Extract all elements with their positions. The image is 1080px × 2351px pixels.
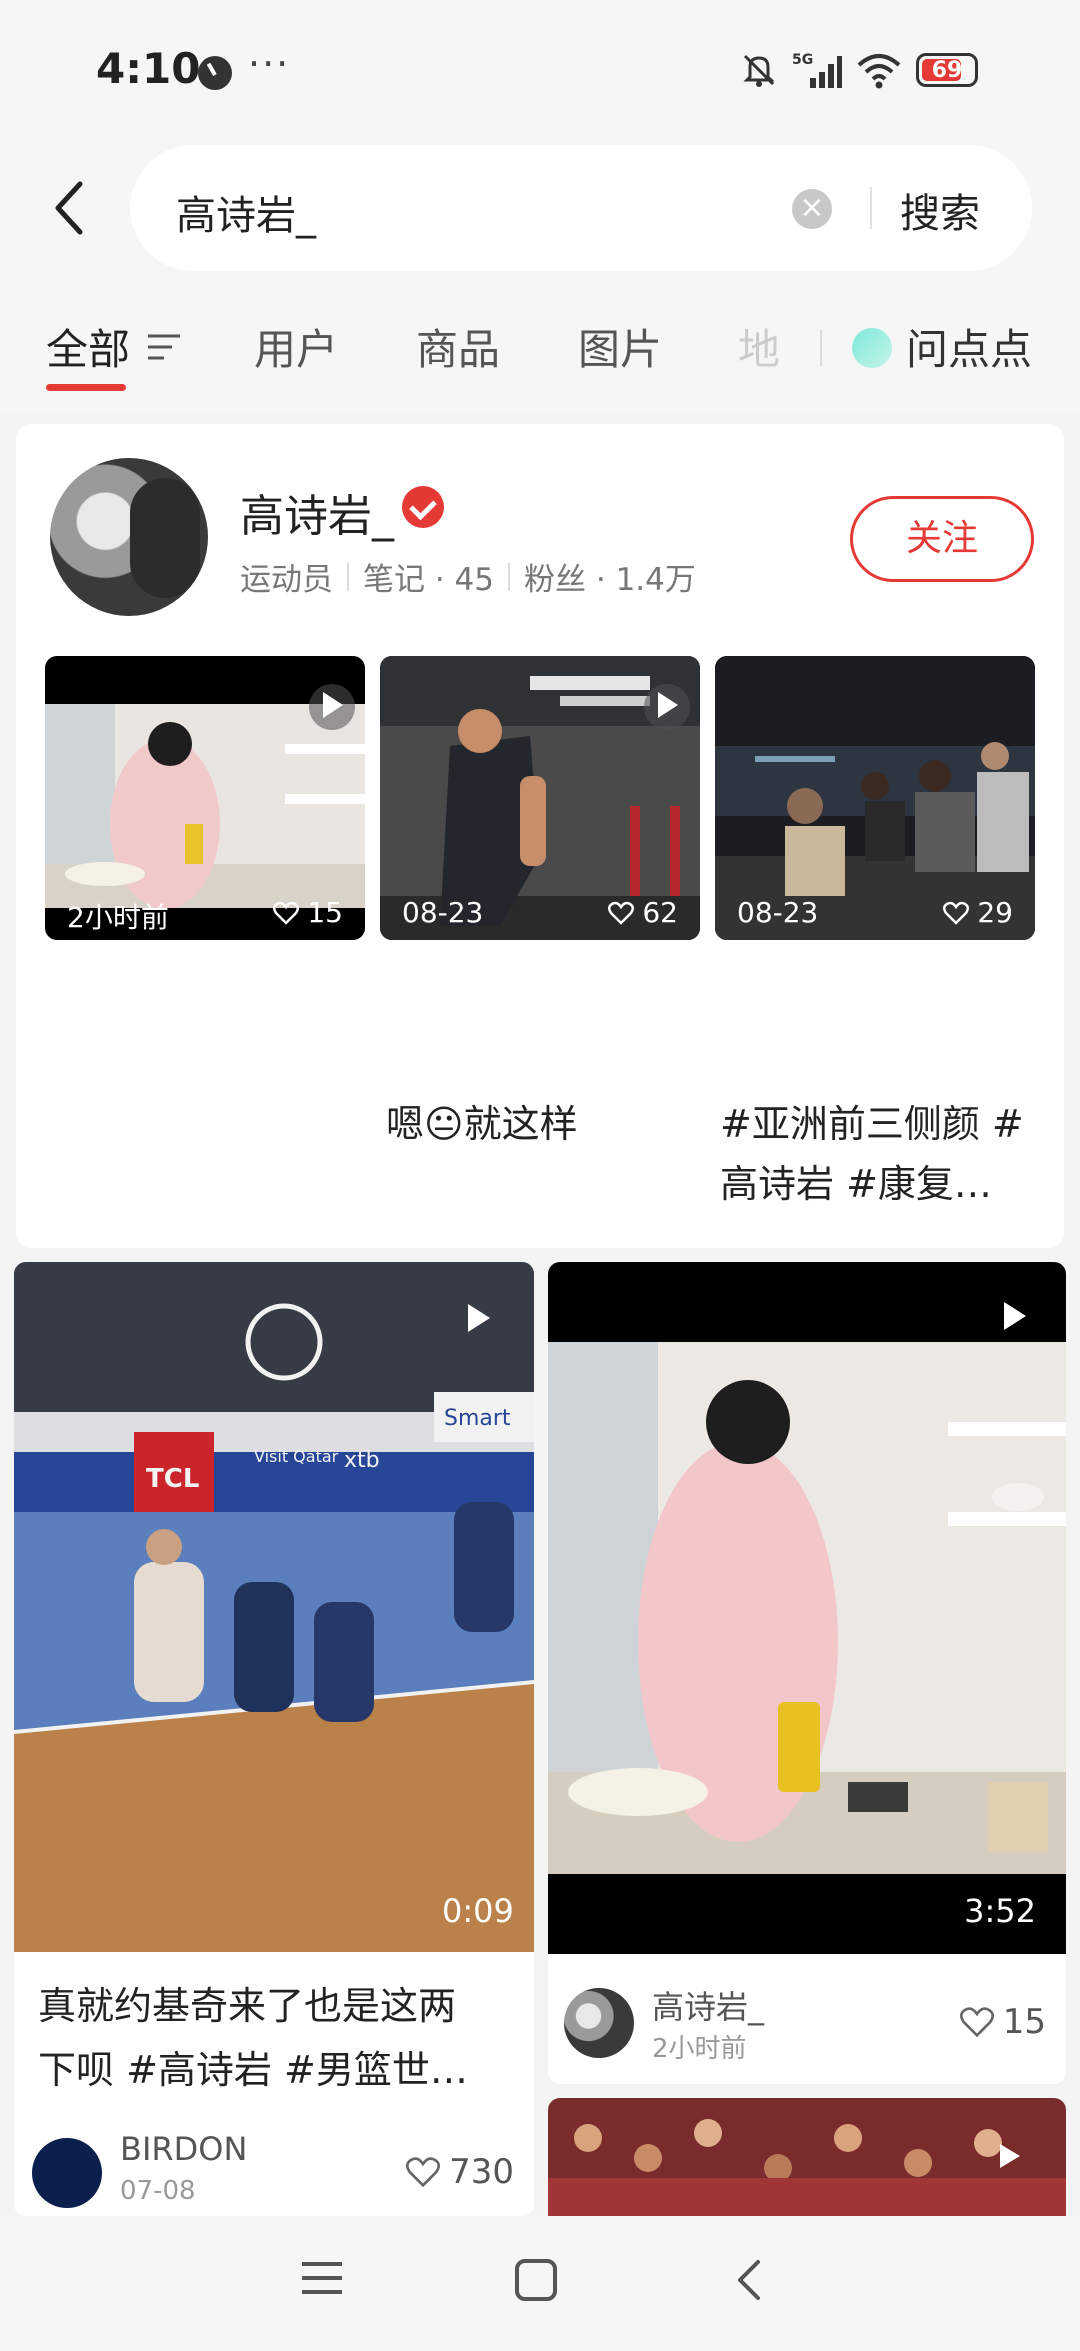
status-bar: 4:10 ··· 5G 69 [0, 0, 1080, 140]
note-thumbnail[interactable]: 08-23 29 [715, 656, 1035, 940]
basketball-video: TCL Smart xtb Visit Qatar [14, 1262, 534, 1952]
heart-icon [959, 2007, 994, 2038]
tab-products[interactable]: 商品 [416, 316, 500, 377]
feed-card[interactable]: 3:52 高诗岩_ 2小时前 15 [548, 1262, 1066, 2084]
back-icon[interactable] [734, 2258, 764, 2302]
note-thumbnail[interactable]: 08-23 62 [380, 656, 700, 940]
post-time: 2小时前 [652, 2034, 747, 2064]
kitchen-photo [45, 704, 365, 908]
thumb-likes: 29 [943, 896, 1013, 929]
video-duration: 3:52 [964, 1892, 1036, 1930]
thumb-likes: 15 [273, 896, 343, 929]
search-input[interactable]: 高诗岩_ × 搜索 [130, 145, 1032, 271]
tab-images[interactable]: 图片 [578, 316, 662, 377]
like-count: 15 [1002, 2002, 1046, 2042]
ask-ai-label[interactable]: 问点点 [906, 316, 1032, 377]
like-count: 730 [449, 2152, 514, 2192]
filter-icon[interactable] [146, 332, 182, 364]
author-avatar[interactable] [564, 1988, 634, 2058]
network-label: 5G [792, 52, 813, 68]
clock-icon [198, 56, 232, 90]
thumb-date: 08-23 [737, 896, 819, 929]
search-button[interactable]: 搜索 [900, 181, 980, 239]
mute-icon [743, 54, 775, 87]
back-arrow-icon[interactable] [48, 178, 92, 238]
clear-icon[interactable]: × [792, 189, 832, 229]
tab-all[interactable]: 全部 [46, 316, 130, 377]
like-button[interactable]: 730 [405, 2152, 514, 2192]
heart-icon [608, 901, 635, 925]
feed-card[interactable]: TCL Smart xtb Visit Qatar 0:09 真就约基奇来了也是… [14, 1262, 534, 2216]
notes-count: 笔记 · 45 [363, 562, 495, 598]
thumb-likes-count: 29 [977, 896, 1013, 929]
play-icon [323, 692, 343, 718]
menu-icon[interactable] [300, 2258, 344, 2298]
tab-places[interactable]: 地 [738, 316, 780, 377]
status-icons: 5G 69 [740, 48, 978, 92]
follow-button[interactable]: 关注 [850, 496, 1034, 582]
heart-icon [406, 2157, 441, 2188]
thumb-caption-line2[interactable]: 高诗岩 #康复… [720, 1156, 992, 1212]
thumb-likes: 62 [608, 896, 678, 929]
author-name[interactable]: 高诗岩_ [652, 1982, 764, 2028]
user-meta: 运动员 笔记 · 45 粉丝 · 1.4万 [240, 554, 696, 599]
battery-percent: 69 [931, 57, 963, 83]
author-avatar[interactable] [32, 2138, 102, 2208]
thumb-likes-count: 15 [307, 896, 343, 929]
note-thumbnail[interactable]: 2小时前 15 [45, 656, 365, 940]
like-button[interactable]: 15 [959, 2002, 1046, 2042]
heart-icon [943, 901, 970, 925]
home-square-icon[interactable] [514, 2258, 558, 2302]
search-row: 高诗岩_ × 搜索 [0, 140, 1080, 280]
search-query[interactable]: 高诗岩_ [176, 183, 316, 241]
play-icon [658, 692, 678, 718]
wifi-icon [857, 54, 901, 89]
user-result-card[interactable]: 高诗岩_ 运动员 笔记 · 45 粉丝 · 1.4万 关注 2小时前 15 08… [16, 424, 1064, 1248]
crowd-video [548, 2098, 1066, 2216]
tab-users[interactable]: 用户 [254, 316, 338, 377]
note-title-line2[interactable]: 下呗 #高诗岩 #男篮世… [38, 2036, 518, 2104]
kitchen-video [548, 1262, 1066, 1954]
thumb-caption[interactable]: 嗯😐就这样 [386, 1096, 578, 1152]
verified-icon [402, 486, 444, 528]
heart-icon [273, 901, 300, 925]
more-dots: ··· [248, 42, 291, 86]
video-duration: 0:09 [442, 1892, 514, 1930]
post-date: 07-08 [120, 2176, 196, 2206]
user-name[interactable]: 高诗岩_ [240, 480, 394, 544]
thumb-date: 08-23 [402, 896, 484, 929]
search-divider [870, 187, 872, 229]
tab-divider [820, 330, 822, 366]
fans-count: 粉丝 · 1.4万 [524, 562, 696, 598]
user-role: 运动员 [240, 562, 333, 598]
feed-card[interactable] [548, 2098, 1066, 2216]
thumb-date: 2小时前 [67, 901, 169, 934]
ask-ai-icon[interactable] [852, 328, 892, 368]
thumb-caption-line1[interactable]: #亚洲前三侧颜 # [720, 1096, 1024, 1152]
avatar[interactable] [50, 458, 208, 616]
active-tab-indicator [46, 384, 126, 391]
battery-icon: 69 [916, 53, 978, 87]
system-nav-bar [0, 2216, 1080, 2351]
signal-icon: 5G [792, 52, 842, 88]
filter-tabs: 全部 用户 商品 图片 地 问点点 [0, 280, 1080, 412]
author-name[interactable]: BIRDON [120, 2130, 247, 2168]
thumb-likes-count: 62 [642, 896, 678, 929]
status-time: 4:10 [96, 44, 201, 93]
note-title-line1[interactable]: 真就约基奇来了也是这两 [38, 1972, 518, 2040]
